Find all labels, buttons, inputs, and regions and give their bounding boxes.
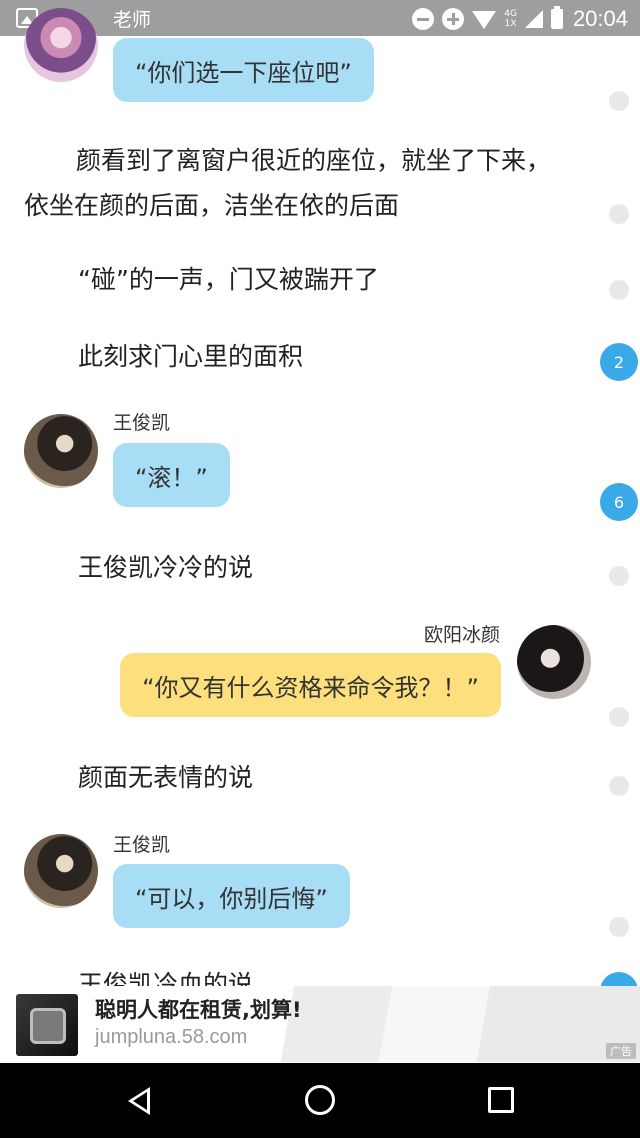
status-bar: 4G 1X 20:04: [0, 0, 640, 36]
comment-dot[interactable]: [609, 917, 629, 937]
ad-url[interactable]: jumpluna.58.com: [95, 1026, 247, 1049]
comment-dot[interactable]: [609, 707, 629, 727]
data-saver-icon: [442, 8, 465, 30]
speaker-name: 王俊凯: [113, 834, 171, 856]
ad-title[interactable]: 聪明人都在租赁,划算!: [95, 994, 302, 1024]
ad-thumbnail[interactable]: [16, 994, 78, 1056]
chat-bubble[interactable]: “你又有什么资格来命令我？！”: [120, 653, 501, 717]
comment-dot[interactable]: [609, 204, 629, 224]
ad-banner[interactable]: 聪明人都在租赁,划算! jumpluna.58.com 广告: [0, 986, 640, 1062]
battery-icon: [550, 6, 563, 29]
narration: “碰”的一声，门又被踹开了: [78, 265, 379, 294]
ad-label: 广告: [606, 1043, 636, 1059]
chat-bubble[interactable]: “你们选一下座位吧”: [113, 38, 374, 102]
avatar-wang-junkai[interactable]: [24, 834, 98, 908]
speaker-name: 老师: [113, 9, 152, 31]
speaker-name: 王俊凯: [113, 412, 171, 434]
network-type: 4G 1X: [504, 9, 517, 29]
navigation-bar: [0, 1063, 640, 1138]
home-icon[interactable]: [305, 1085, 335, 1115]
clock: 20:04: [572, 6, 628, 31]
narration: 此刻求门心里的面积: [78, 342, 304, 371]
comment-count-badge[interactable]: 2: [600, 343, 638, 381]
comment-dot[interactable]: [609, 566, 629, 586]
avatar-ouyang-bingyan[interactable]: [517, 625, 591, 699]
narration: 王俊凯冷冷的说: [78, 553, 254, 582]
chat-bubble[interactable]: “可以，你别后悔”: [113, 864, 350, 928]
speaker-name: 欧阳冰颜: [423, 624, 500, 646]
comment-dot[interactable]: [609, 91, 629, 111]
comment-dot[interactable]: [609, 776, 629, 796]
avatar-wang-junkai[interactable]: [24, 414, 98, 488]
wifi-icon: [472, 11, 497, 29]
narration: 颜看到了离窗户很近的座位，就坐了下来， 依坐在颜的后面，洁坐在依的后面: [24, 146, 552, 220]
do-not-disturb-icon: [412, 8, 435, 30]
signal-icon: [524, 10, 543, 28]
recent-apps-icon[interactable]: [488, 1087, 514, 1113]
back-icon[interactable]: [128, 1087, 150, 1115]
comment-dot[interactable]: [609, 280, 629, 300]
avatar-teacher[interactable]: [24, 8, 98, 82]
chat-bubble[interactable]: “滚！”: [113, 443, 230, 507]
narration: 颜面无表情的说: [78, 763, 254, 792]
comment-count-badge[interactable]: 6: [600, 483, 638, 521]
